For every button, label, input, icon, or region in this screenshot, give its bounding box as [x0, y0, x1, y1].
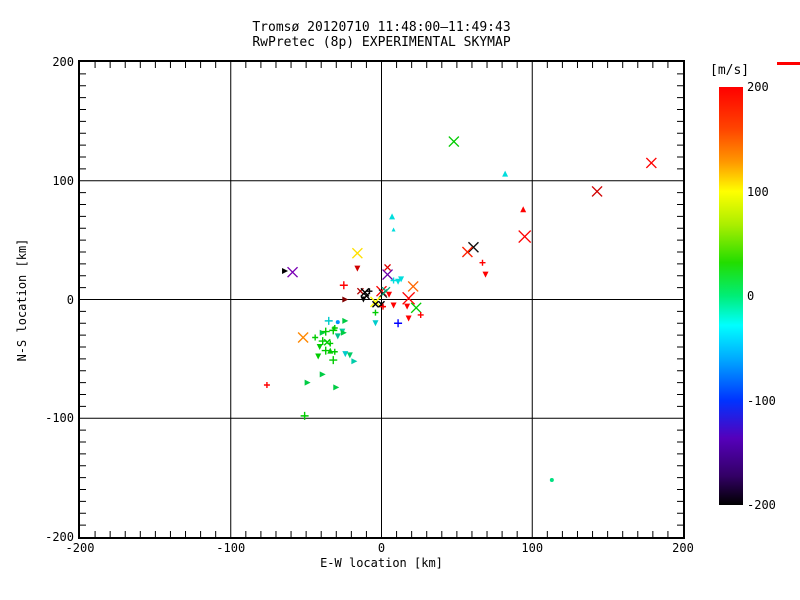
x-tick-label: -100: [206, 541, 256, 555]
x-tick-label: 0: [357, 541, 407, 555]
data-point: [335, 333, 341, 339]
data-point: [320, 371, 326, 377]
data-point: [264, 382, 270, 388]
data-point: [468, 242, 478, 252]
y-axis-label: N-S location [km]: [15, 160, 29, 440]
data-point: [408, 281, 418, 291]
y-tick-label: -100: [28, 411, 74, 425]
velocity-colorbar: [719, 87, 743, 505]
data-point: [592, 186, 602, 196]
colorbar-tick-label: 100: [747, 185, 797, 199]
data-point: [347, 352, 353, 358]
data-point: [392, 227, 396, 231]
skymap-window: Tromsø 20120710 11:48:00–11:49:43 RwPret…: [0, 0, 800, 600]
data-point: [352, 248, 362, 258]
data-point: [320, 330, 326, 336]
data-point: [312, 335, 318, 341]
data-point: [646, 158, 656, 168]
data-point: [383, 270, 393, 280]
data-point: [322, 328, 330, 336]
y-tick-label: 200: [28, 55, 74, 69]
data-point: [324, 339, 330, 345]
data-point: [406, 316, 412, 322]
plot-title: Tromsø 20120710 11:48:00–11:49:43: [80, 20, 683, 35]
data-point: [394, 319, 402, 327]
data-point: [372, 320, 378, 326]
data-point: [298, 333, 308, 343]
data-point: [342, 318, 348, 324]
x-tick-label: 100: [507, 541, 557, 555]
data-point: [520, 206, 526, 212]
colorbar-tick-label: 0: [747, 289, 797, 303]
y-tick-label: 0: [28, 293, 74, 307]
data-point: [483, 272, 489, 278]
data-point: [403, 292, 415, 304]
x-tick-label: 200: [658, 541, 708, 555]
data-point: [340, 281, 348, 289]
data-point: [288, 267, 298, 277]
data-point: [342, 351, 348, 357]
colorbar-tick-label: -200: [747, 498, 797, 512]
data-point: [502, 171, 508, 177]
data-point: [342, 297, 348, 303]
y-tick-label: -200: [28, 530, 74, 544]
scatter-plot-canvas: [80, 62, 683, 537]
plot-area: [78, 60, 685, 539]
plot-subtitle: RwPretec (8p) EXPERIMENTAL SKYMAP: [80, 35, 683, 50]
data-point: [550, 478, 554, 482]
colorbar-units-label: [m/s]: [710, 63, 770, 78]
data-point: [333, 384, 339, 390]
red-edge-mark: [777, 62, 800, 65]
x-axis-label: E-W location [km]: [80, 556, 683, 570]
data-point: [385, 264, 391, 270]
data-point: [317, 344, 323, 350]
colorbar-tick-label: -100: [747, 394, 797, 408]
data-point: [480, 260, 486, 266]
data-point: [404, 304, 410, 310]
data-point: [305, 380, 311, 386]
data-point: [332, 349, 338, 355]
data-point: [325, 317, 333, 325]
data-point: [372, 310, 378, 316]
y-tick-label: 100: [28, 174, 74, 188]
title-block: Tromsø 20120710 11:48:00–11:49:43 RwPret…: [80, 20, 683, 50]
colorbar-tick-label: 200: [747, 80, 797, 94]
data-point: [351, 358, 357, 364]
data-point: [418, 312, 424, 318]
data-point: [462, 247, 472, 257]
data-point: [449, 137, 459, 147]
data-point: [329, 356, 337, 364]
data-point: [354, 266, 360, 272]
data-point: [519, 231, 531, 243]
data-point: [336, 320, 340, 324]
data-point: [389, 213, 395, 219]
data-point: [315, 354, 321, 360]
data-point: [391, 302, 397, 308]
data-point: [411, 303, 421, 313]
data-point: [282, 268, 288, 274]
